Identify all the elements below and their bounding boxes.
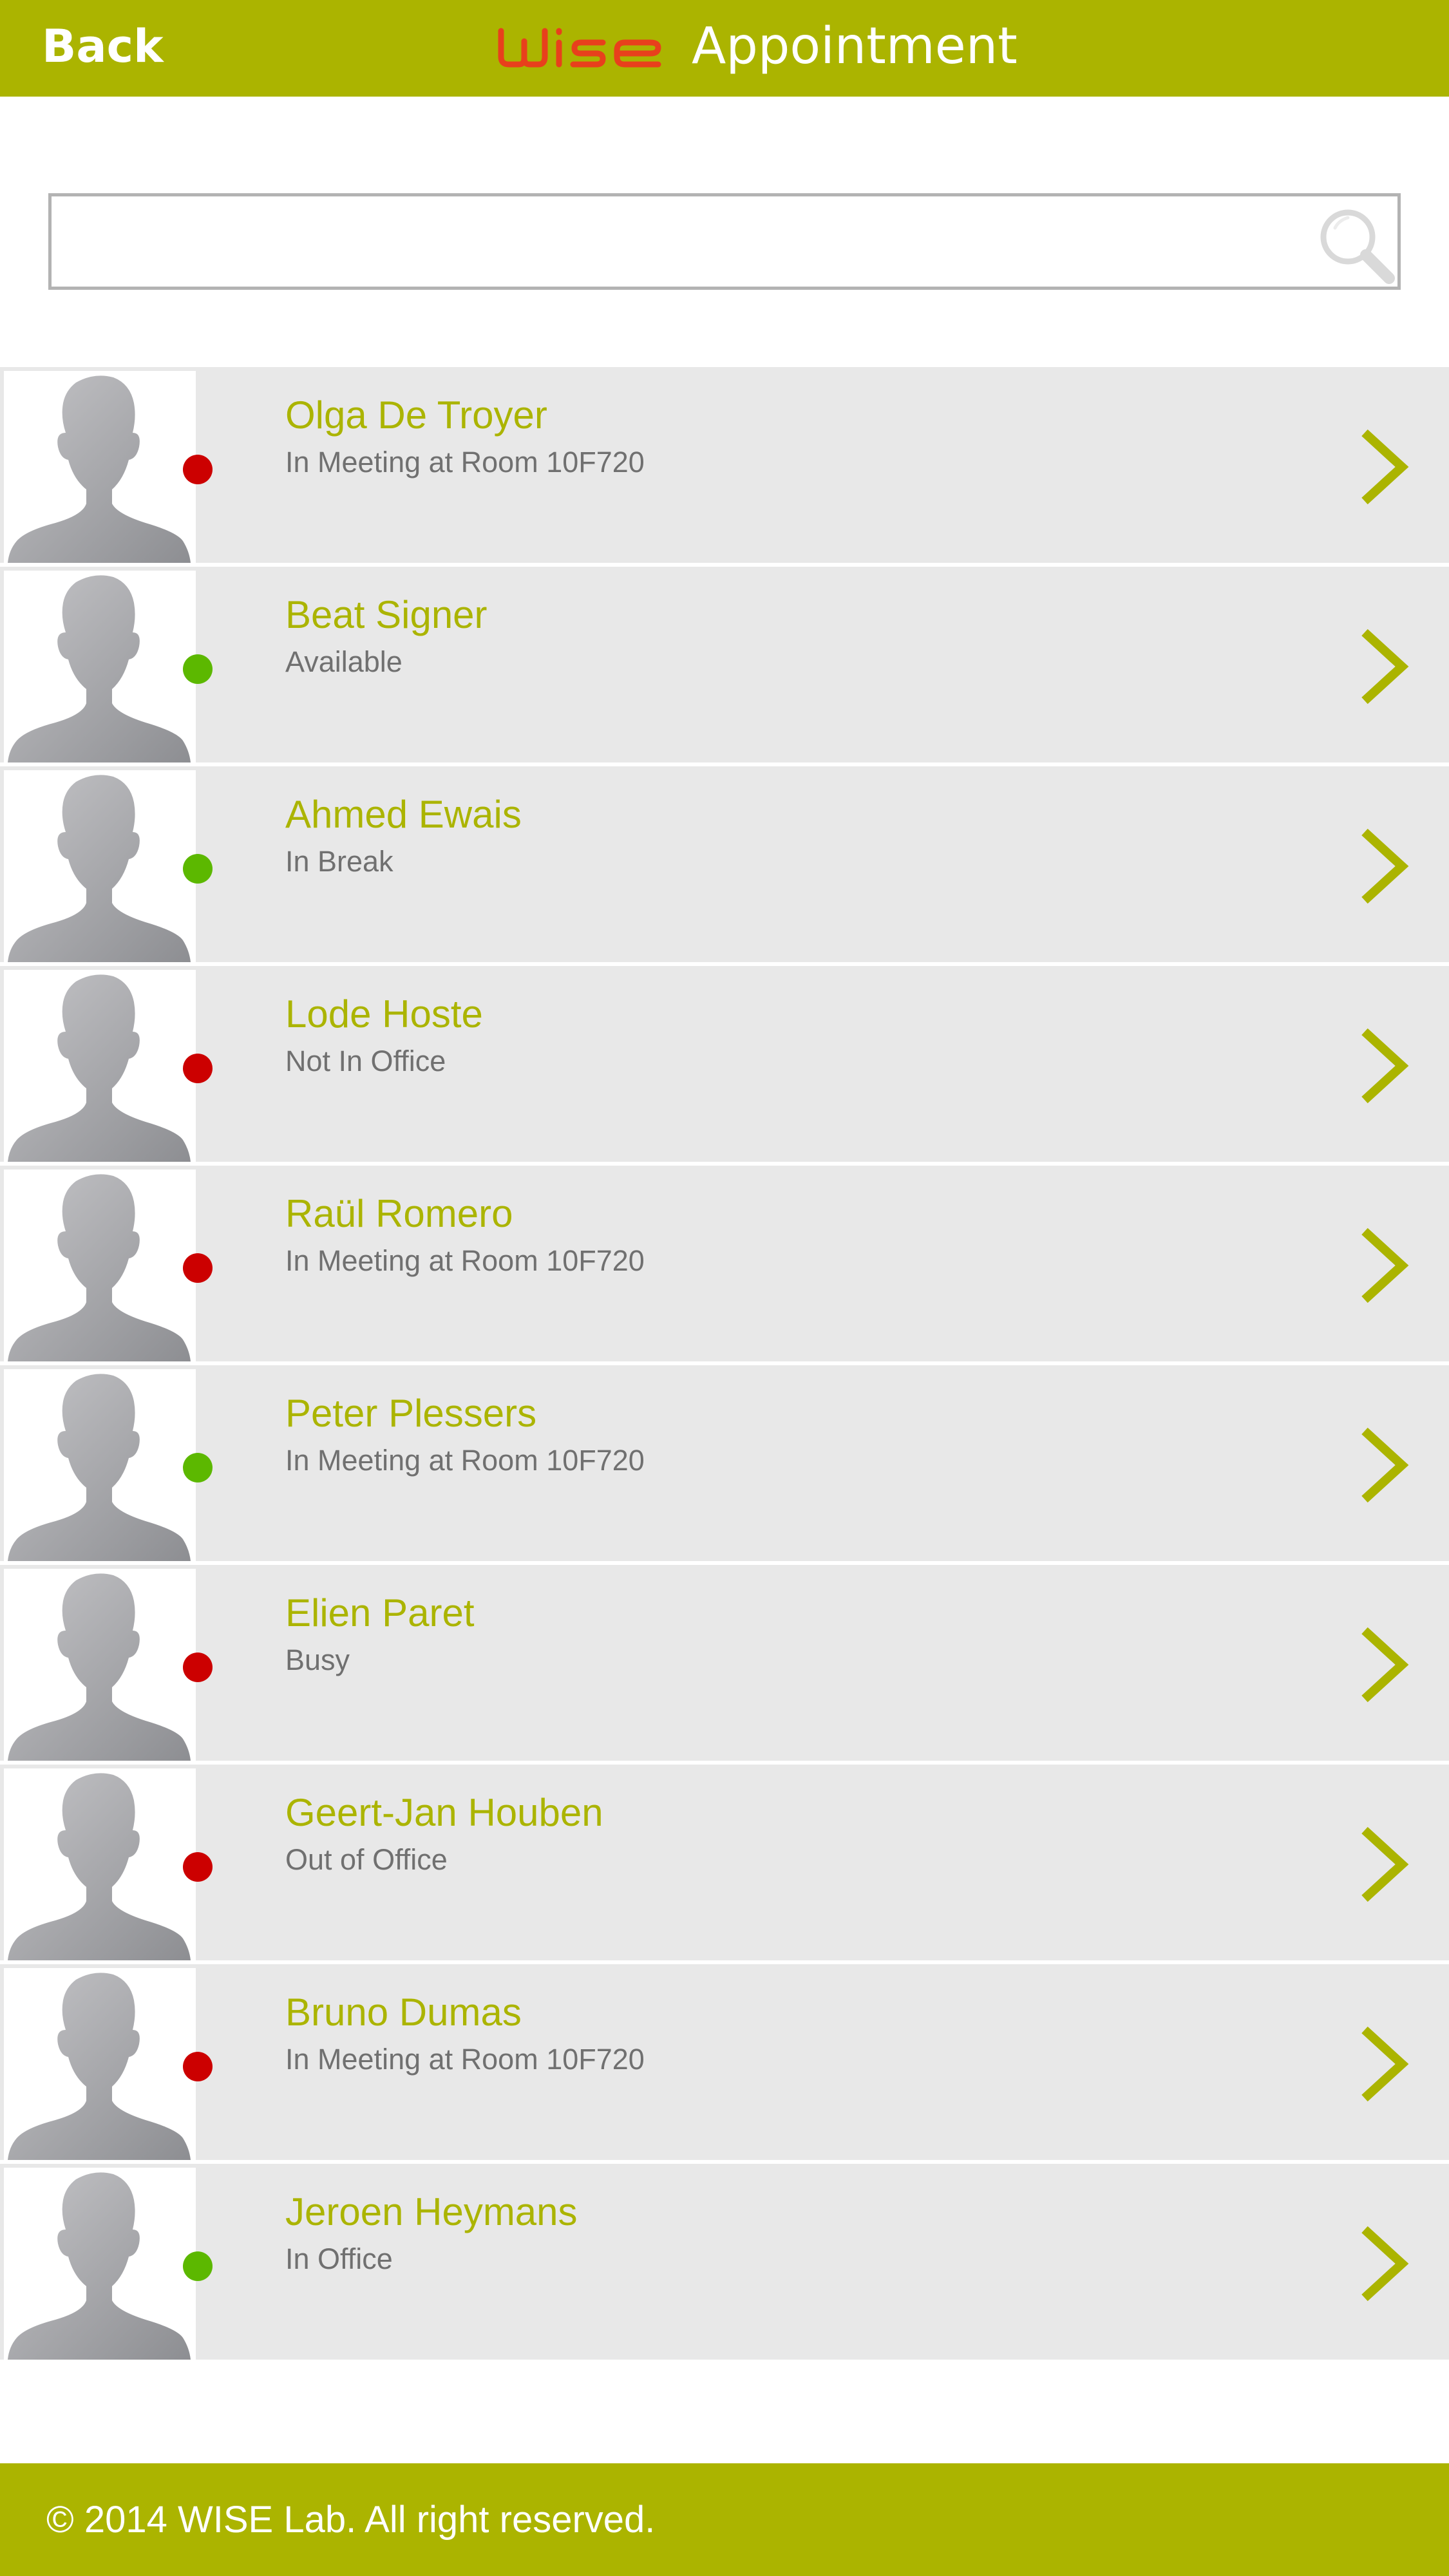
avatar <box>4 371 196 563</box>
contact-name: Raül Romero <box>285 1192 513 1235</box>
contact-name: Beat Signer <box>285 593 488 636</box>
contact-row[interactable]: Lode Hoste Not In Office <box>0 966 1449 1166</box>
person-silhouette-icon <box>8 1174 191 1361</box>
contact-status: In Meeting at Room 10F720 <box>285 446 645 478</box>
chevron-right-icon[interactable] <box>1356 1823 1414 1906</box>
contact-row[interactable]: Beat Signer Available <box>0 567 1449 766</box>
person-silhouette-icon <box>8 775 191 962</box>
app-footer: © 2014 WISE Lab. All right reserved. <box>0 2463 1449 2576</box>
avatar <box>4 1569 196 1761</box>
chevron-right-icon[interactable] <box>1356 425 1414 509</box>
chevron-right-icon[interactable] <box>1356 2022 1414 2106</box>
chevron-right-icon[interactable] <box>1356 1024 1414 1108</box>
status-dot <box>183 1852 213 1882</box>
contact-name: Ahmed Ewais <box>285 793 522 836</box>
contact-list: Olga De Troyer In Meeting at Room 10F720… <box>0 367 1449 2363</box>
brand: Appointment <box>496 14 1018 79</box>
avatar <box>4 770 196 962</box>
contact-name: Geert-Jan Houben <box>285 1791 603 1834</box>
status-dot <box>183 1054 213 1083</box>
contact-status: Available <box>285 645 402 678</box>
avatar <box>4 1170 196 1361</box>
person-silhouette-icon <box>8 1973 191 2160</box>
avatar <box>4 970 196 1162</box>
app-header: Back Appointment <box>0 0 1449 97</box>
contact-status: In Break <box>285 845 393 878</box>
status-dot <box>183 455 213 484</box>
avatar <box>4 1768 196 1960</box>
search-input[interactable] <box>64 209 1288 274</box>
contact-row[interactable]: Ahmed Ewais In Break <box>0 766 1449 966</box>
contact-status: Out of Office <box>285 1843 448 1876</box>
contact-name: Jeroen Heymans <box>285 2190 578 2233</box>
status-dot <box>183 1453 213 1482</box>
contact-name: Elien Paret <box>285 1591 475 1634</box>
contact-status: In Meeting at Room 10F720 <box>285 1444 645 1477</box>
contact-name: Lode Hoste <box>285 992 483 1036</box>
contact-name: Bruno Dumas <box>285 1991 522 2034</box>
contact-row[interactable]: Peter Plessers In Meeting at Room 10F720 <box>0 1365 1449 1565</box>
contact-row[interactable]: Bruno Dumas In Meeting at Room 10F720 <box>0 1964 1449 2164</box>
status-dot <box>183 2052 213 2081</box>
chevron-right-icon[interactable] <box>1356 1224 1414 1307</box>
status-dot <box>183 2251 213 2281</box>
chevron-right-icon[interactable] <box>1356 1423 1414 1507</box>
contact-name: Peter Plessers <box>285 1392 537 1435</box>
back-button[interactable]: Back <box>42 14 164 79</box>
person-silhouette-icon <box>8 2172 191 2360</box>
person-silhouette-icon <box>8 1773 191 1960</box>
avatar <box>4 2168 196 2360</box>
person-silhouette-icon <box>8 375 191 563</box>
contact-row[interactable]: Jeroen Heymans In Office <box>0 2164 1449 2363</box>
contact-status: Busy <box>285 1643 350 1676</box>
contact-status: In Meeting at Room 10F720 <box>285 1244 645 1277</box>
wise-logo <box>498 28 661 68</box>
contact-row[interactable]: Geert-Jan Houben Out of Office <box>0 1765 1449 1964</box>
contact-name: Olga De Troyer <box>285 393 547 437</box>
page-title: Appointment <box>692 17 1018 75</box>
person-silhouette-icon <box>8 974 191 1162</box>
avatar <box>4 1968 196 2160</box>
chevron-right-icon[interactable] <box>1356 1623 1414 1707</box>
person-silhouette-icon <box>8 1374 191 1561</box>
person-silhouette-icon <box>8 575 191 762</box>
contact-row[interactable]: Olga De Troyer In Meeting at Room 10F720 <box>0 367 1449 567</box>
person-silhouette-icon <box>8 1573 191 1761</box>
contact-status: In Office <box>285 2242 393 2275</box>
contact-status: Not In Office <box>285 1045 446 1077</box>
status-dot <box>183 654 213 684</box>
status-dot <box>183 854 213 884</box>
contact-row[interactable]: Raül Romero In Meeting at Room 10F720 <box>0 1166 1449 1365</box>
search-bar <box>48 193 1401 290</box>
copyright-text: © 2014 WISE Lab. All right reserved. <box>46 2499 656 2541</box>
avatar <box>4 571 196 762</box>
avatar <box>4 1369 196 1561</box>
status-dot <box>183 1253 213 1283</box>
chevron-right-icon[interactable] <box>1356 2222 1414 2306</box>
chevron-right-icon[interactable] <box>1356 625 1414 708</box>
status-dot <box>183 1653 213 1682</box>
chevron-right-icon[interactable] <box>1356 824 1414 908</box>
contact-row[interactable]: Elien Paret Busy <box>0 1565 1449 1765</box>
contact-status: In Meeting at Room 10F720 <box>285 2043 645 2076</box>
search-icon[interactable] <box>1311 200 1401 290</box>
